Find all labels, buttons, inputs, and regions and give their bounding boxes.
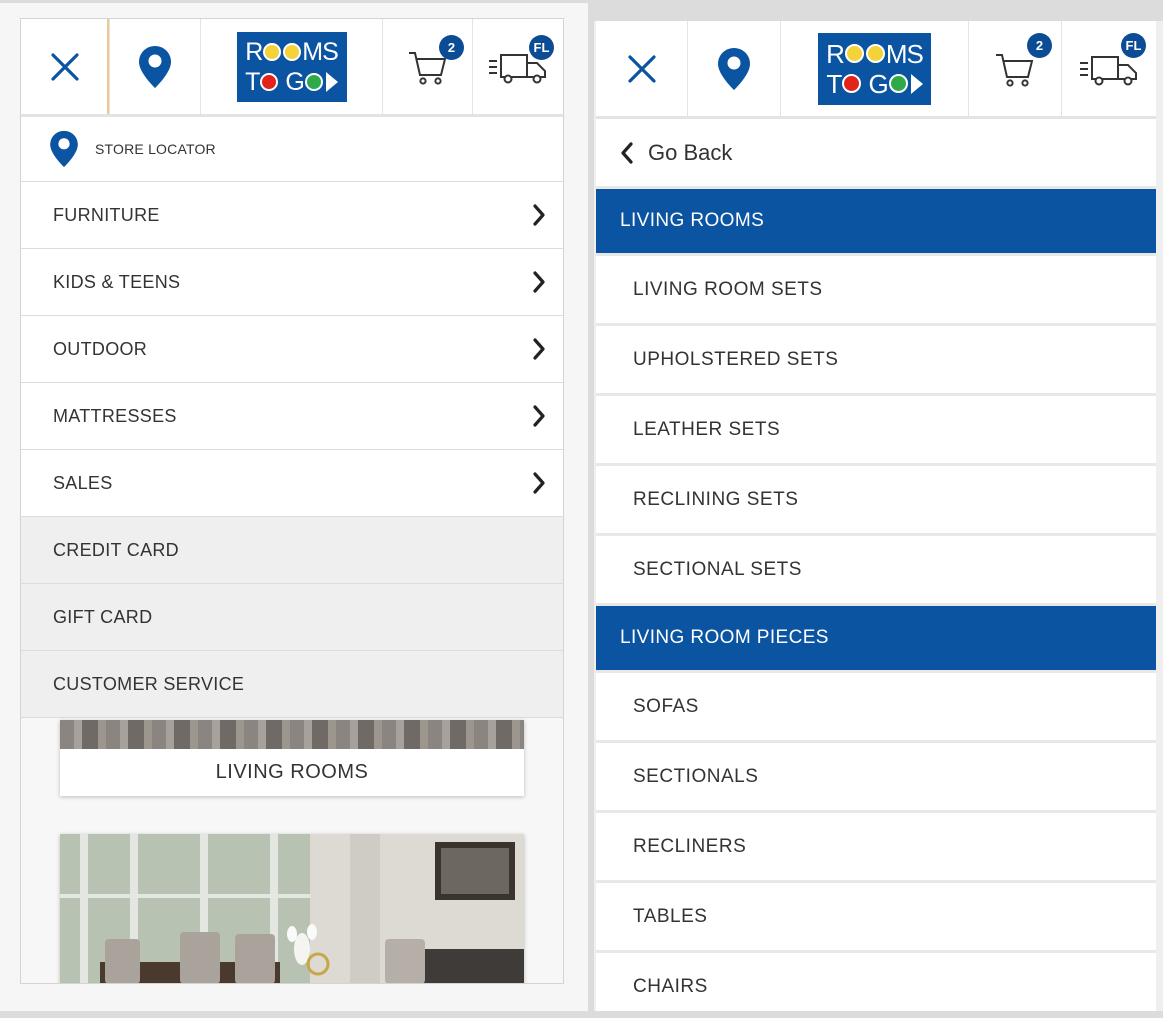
menu-item-label: CREDIT CARD (53, 539, 179, 560)
category-card-living-rooms[interactable]: LIVING ROOMS (60, 720, 524, 796)
menu-item-kids-and-teens[interactable]: KIDS & TEENS (21, 249, 563, 316)
cart-button[interactable]: 2 (383, 19, 473, 114)
delivery-state-badge: FL (1121, 33, 1146, 58)
store-locator-button[interactable] (110, 19, 201, 114)
cart-icon (996, 53, 1034, 87)
menu-item-outdoor[interactable]: OUTDOOR (21, 316, 563, 383)
submenu-list: LIVING ROOMS LIVING ROOM SETS UPHOLSTERED … (596, 189, 1156, 1011)
header-bar: R MS T G 2 FL (596, 21, 1156, 119)
close-button[interactable] (596, 21, 688, 116)
menu-item-label: KIDS & TEENS (53, 271, 181, 292)
chevron-right-icon (527, 203, 551, 227)
submenu-item-upholstered-sets[interactable]: UPHOLSTERED SETS (596, 326, 1156, 396)
chevron-right-icon (527, 337, 551, 361)
chevron-right-icon (527, 270, 551, 294)
menu-item-mattresses[interactable]: MATTRESSES (21, 383, 563, 450)
close-button[interactable] (21, 19, 110, 114)
menu-item-gift-card[interactable]: GIFT CARD (21, 584, 563, 651)
logo-link[interactable]: R MS T G (781, 21, 969, 116)
store-locator-row[interactable]: STORE LOCATOR (21, 117, 563, 182)
menu-item-label: FURNITURE (53, 204, 160, 225)
left-menu-screen: R MS T G 2 FL STORE LOCATOR FURNITURE KIDS… (20, 18, 564, 984)
cart-count-badge: 2 (1027, 33, 1052, 58)
menu-item-label: GIFT CARD (53, 606, 153, 627)
close-icon (627, 54, 656, 83)
chevron-right-icon (527, 471, 551, 495)
submenu-item-recliners[interactable]: RECLINERS (596, 813, 1156, 883)
go-back-button[interactable]: Go Back (596, 119, 1156, 189)
menu-item-sales[interactable]: SALES (21, 450, 563, 517)
menu-item-customer-service[interactable]: CUSTOMER SERVICE (21, 651, 563, 718)
delivery-button[interactable]: FL (1062, 21, 1156, 116)
dining-room-photo (60, 834, 524, 983)
store-locator-button[interactable] (688, 21, 781, 116)
submenu-screen: R MS T G 2 FL Go Back LIVING ROOMS LIVING … (596, 21, 1156, 1011)
logo-link[interactable]: R MS T G (201, 19, 383, 114)
section-header-living-rooms[interactable]: LIVING ROOMS (596, 189, 1156, 256)
submenu-item-chairs[interactable]: CHAIRS (596, 953, 1156, 1011)
delivery-state-badge: FL (529, 35, 554, 60)
submenu-item-tables[interactable]: TABLES (596, 883, 1156, 953)
category-card-label: LIVING ROOMS (215, 761, 369, 783)
chevron-left-icon (621, 141, 633, 164)
rooms-to-go-logo: R MS T G (236, 31, 347, 102)
chevron-right-icon (527, 404, 551, 428)
category-card-image (60, 720, 524, 749)
location-pin-icon (139, 45, 171, 88)
category-card-dining-image[interactable] (60, 834, 524, 983)
cart-button[interactable]: 2 (969, 21, 1062, 116)
header-bar: R MS T G 2 FL (21, 19, 563, 117)
submenu-item-sofas[interactable]: SOFAS (596, 673, 1156, 743)
submenu-item-sectional-sets[interactable]: SECTIONAL SETS (596, 536, 1156, 606)
submenu-item-reclining-sets[interactable]: RECLINING SETS (596, 466, 1156, 536)
menu-item-credit-card[interactable]: CREDIT CARD (21, 517, 563, 584)
cart-count-badge: 2 (439, 35, 464, 60)
location-pin-icon (718, 47, 750, 90)
menu-item-label: SALES (53, 472, 113, 493)
store-locator-label: STORE LOCATOR (95, 141, 216, 157)
menu-item-label: MATTRESSES (53, 405, 177, 426)
close-icon (51, 52, 79, 81)
menu-item-label: CUSTOMER SERVICE (53, 673, 245, 694)
menu-item-label: OUTDOOR (53, 338, 148, 359)
submenu-item-leather-sets[interactable]: LEATHER SETS (596, 396, 1156, 466)
rooms-to-go-logo: R MS T G (818, 32, 931, 105)
section-header-living-room-pieces[interactable]: LIVING ROOM PIECES (596, 606, 1156, 673)
submenu-item-living-room-sets[interactable]: LIVING ROOM SETS (596, 256, 1156, 326)
menu-item-furniture[interactable]: FURNITURE (21, 182, 563, 249)
submenu-item-sectionals[interactable]: SECTIONALS (596, 743, 1156, 813)
delivery-button[interactable]: FL (473, 19, 563, 114)
go-back-label: Go Back (648, 139, 733, 165)
location-pin-icon (50, 130, 78, 168)
main-menu-list: FURNITURE KIDS & TEENS OUTDOOR MATTRESSES SA… (21, 182, 563, 718)
